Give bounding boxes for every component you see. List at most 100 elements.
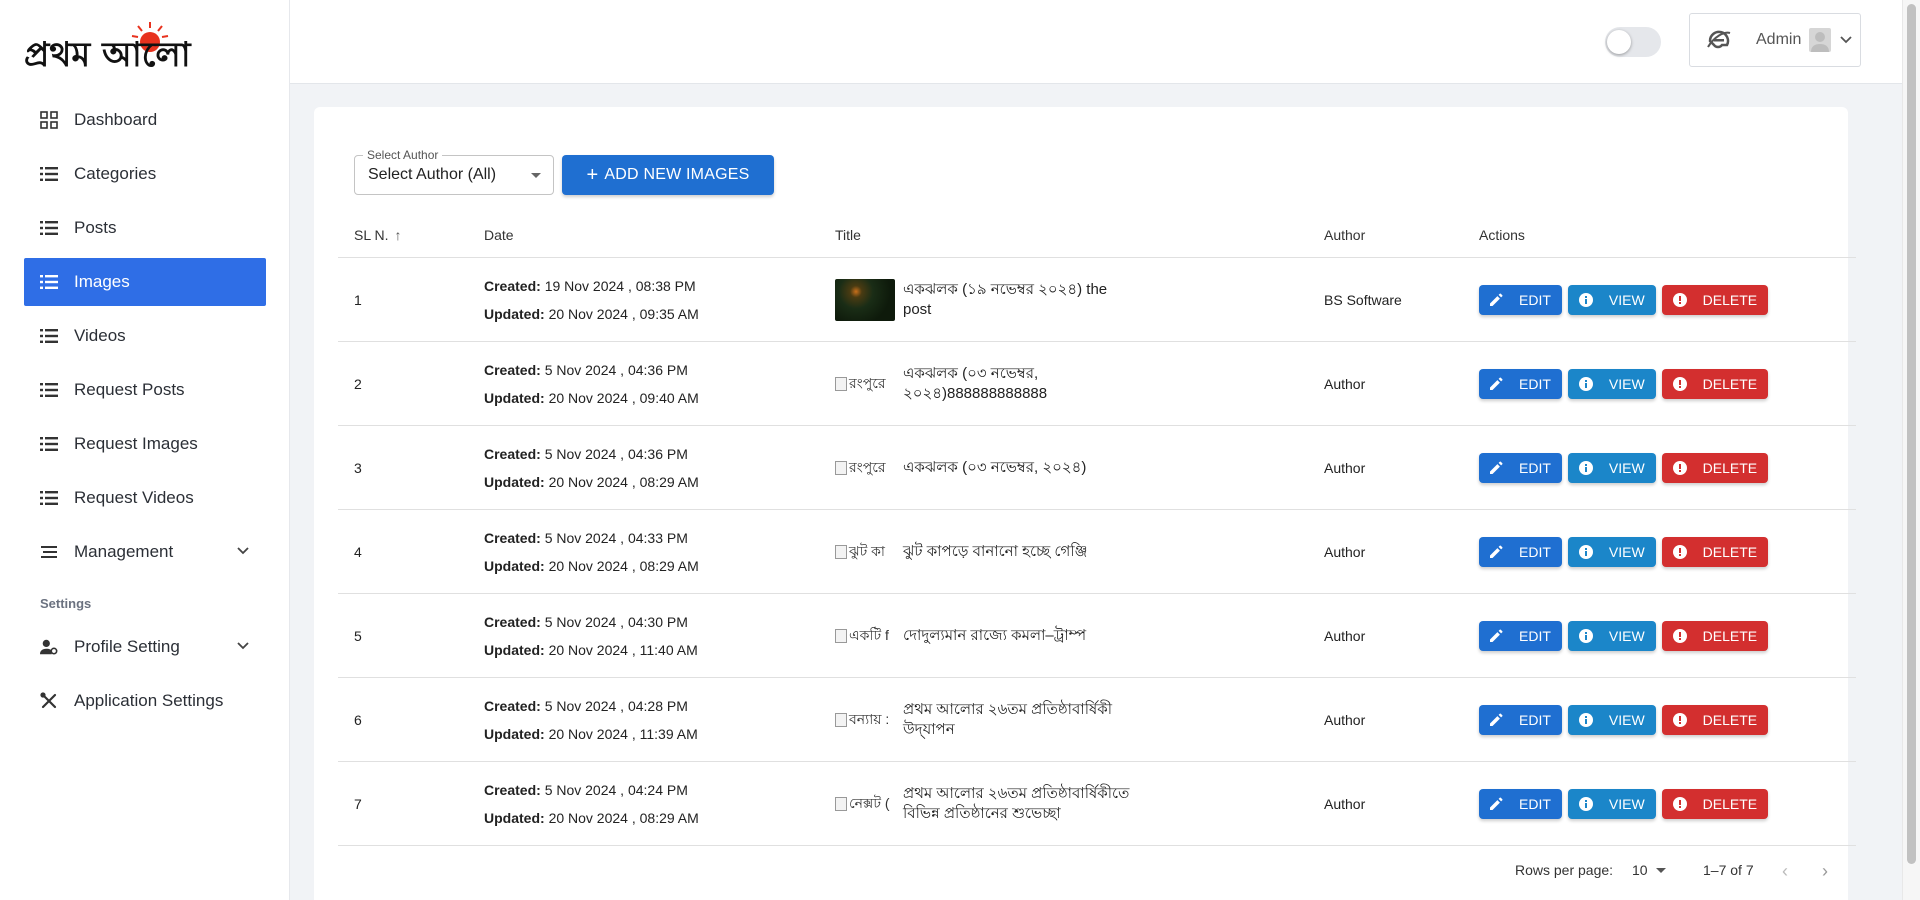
pencil-icon bbox=[1490, 377, 1511, 390]
column-sl[interactable]: SL N. ↑ bbox=[338, 227, 468, 243]
created-value: 5 Nov 2024 , 04:33 PM bbox=[544, 529, 688, 546]
sidebar-item-management[interactable]: Management bbox=[24, 528, 266, 576]
info-icon bbox=[1578, 460, 1601, 475]
column-title: Title bbox=[835, 226, 861, 243]
rows-per-page-arrow-icon[interactable] bbox=[1656, 868, 1666, 873]
delete-button[interactable]: DELETE bbox=[1661, 536, 1769, 567]
rows-per-page-label: Rows per page: bbox=[1515, 862, 1614, 878]
chevron-right-icon[interactable]: › bbox=[1822, 861, 1828, 882]
updated-label: Updated: bbox=[484, 725, 545, 742]
delete-button[interactable]: DELETE bbox=[1661, 284, 1769, 315]
column-author: Author bbox=[1324, 226, 1366, 243]
created-line: Created: 5 Nov 2024 , 04:33 PM bbox=[484, 524, 819, 552]
view-button[interactable]: VIEW bbox=[1567, 620, 1656, 651]
row-dates: Created: 5 Nov 2024 , 04:36 PM Updated: 2… bbox=[468, 356, 819, 412]
sidebar-item-images[interactable]: Images bbox=[24, 258, 266, 306]
row-serial: 7 bbox=[354, 795, 362, 812]
view-button[interactable]: VIEW bbox=[1567, 704, 1656, 735]
row-title: একটি f দোদুল্যমান রাজ্যে কমলা–ট্রাম্প bbox=[819, 626, 1308, 646]
created-value: 5 Nov 2024 , 04:24 PM bbox=[544, 781, 688, 798]
sidebar-item-label: Videos bbox=[74, 326, 126, 345]
edit-button[interactable]: EDIT bbox=[1479, 620, 1562, 651]
alert-icon bbox=[1672, 376, 1695, 391]
sidebar-item-dashboard[interactable]: Dashboard bbox=[24, 96, 266, 144]
delete-button[interactable]: DELETE bbox=[1661, 368, 1769, 399]
row-title: ঝুট কা ঝুট কাপড়ে বানানো হচ্ছে গেঞ্জি bbox=[819, 542, 1308, 562]
delete-button[interactable]: DELETE bbox=[1661, 788, 1769, 819]
top-header: Admin bbox=[290, 0, 1902, 84]
broken-image-thumbnail: নেক্সট ( bbox=[835, 794, 895, 814]
table-row: 5 Created: 5 Nov 2024 , 04:30 PM Updated: … bbox=[338, 594, 1856, 678]
row-dates: Created: 19 Nov 2024 , 08:38 PM Updated: … bbox=[468, 272, 819, 328]
grid-icon bbox=[40, 111, 58, 129]
sidebar-item-videos[interactable]: Videos bbox=[24, 312, 266, 360]
delete-label: DELETE bbox=[1702, 459, 1758, 476]
edit-button[interactable]: EDIT bbox=[1479, 368, 1562, 399]
info-icon bbox=[1578, 628, 1601, 643]
info-icon bbox=[1578, 544, 1601, 559]
sidebar-item-request-images[interactable]: Request Images bbox=[24, 420, 266, 468]
page-scrollbar[interactable] bbox=[1902, 0, 1920, 900]
list-icon bbox=[40, 381, 58, 399]
view-button[interactable]: VIEW bbox=[1567, 368, 1656, 399]
delete-button[interactable]: DELETE bbox=[1661, 704, 1769, 735]
updated-line: Updated: 20 Nov 2024 , 08:29 AM bbox=[484, 804, 819, 832]
updated-value: 20 Nov 2024 , 08:29 AM bbox=[548, 557, 699, 574]
title-text: প্রথম আলোর ২৬তম প্রতিষ্ঠাবার্ষিকীতে বিভি… bbox=[903, 784, 1130, 822]
row-actions: EDIT VIEW DELETE bbox=[1463, 536, 1856, 567]
updated-value: 20 Nov 2024 , 09:35 AM bbox=[548, 305, 699, 322]
sidebar-item-request-posts[interactable]: Request Posts bbox=[24, 366, 266, 414]
sidebar-item-profile-setting[interactable]: Profile Setting bbox=[24, 623, 266, 671]
chevron-left-icon[interactable]: ‹ bbox=[1782, 861, 1788, 882]
edit-button[interactable]: EDIT bbox=[1479, 284, 1562, 315]
edit-button[interactable]: EDIT bbox=[1479, 704, 1562, 735]
thumbnail-alt-text: বন্যায় : bbox=[849, 710, 890, 727]
sidebar-item-request-videos[interactable]: Request Videos bbox=[24, 474, 266, 522]
sidebar-item-posts[interactable]: Posts bbox=[24, 204, 266, 252]
view-button[interactable]: VIEW bbox=[1567, 536, 1656, 567]
list-icon bbox=[40, 489, 58, 507]
table-row: 7 Created: 5 Nov 2024 , 04:24 PM Updated: … bbox=[338, 762, 1856, 846]
broken-image-icon bbox=[835, 628, 847, 643]
add-new-images-button[interactable]: + ADD NEW IMAGES bbox=[562, 155, 774, 195]
sidebar-item-label: Request Videos bbox=[74, 488, 194, 507]
avatar bbox=[1809, 28, 1832, 52]
created-label: Created: bbox=[484, 613, 541, 630]
row-title: নেক্সট ( প্রথম আলোর ২৬তম প্রতিষ্ঠাবার্ষিক… bbox=[819, 784, 1308, 824]
prothom-alo-logo[interactable]: প্রথম আলো bbox=[22, 18, 242, 74]
pencil-icon bbox=[1490, 461, 1511, 474]
row-author: Author bbox=[1324, 459, 1366, 476]
select-author-dropdown[interactable]: Select Author Select Author (All) bbox=[354, 148, 554, 195]
plus-icon: + bbox=[586, 164, 599, 186]
scrollbar-thumb[interactable] bbox=[1907, 4, 1916, 864]
table-header: SL N. ↑ Date Title Author Actions bbox=[338, 212, 1856, 258]
edit-button[interactable]: EDIT bbox=[1479, 536, 1562, 567]
alert-icon bbox=[1672, 796, 1695, 811]
view-button[interactable]: VIEW bbox=[1567, 284, 1656, 315]
view-button[interactable]: VIEW bbox=[1567, 788, 1656, 819]
delete-button[interactable]: DELETE bbox=[1661, 452, 1769, 483]
sidebar-item-categories[interactable]: Categories bbox=[24, 150, 266, 198]
user-name: Admin bbox=[1756, 31, 1802, 48]
chevron-down-icon bbox=[237, 547, 249, 555]
edit-button[interactable]: EDIT bbox=[1479, 788, 1562, 819]
list-icon bbox=[40, 273, 58, 291]
row-dates: Created: 5 Nov 2024 , 04:30 PM Updated: 2… bbox=[468, 608, 819, 664]
logo-text: প্রথম আলো bbox=[24, 35, 192, 74]
title-text: ঝুট কাপড়ে বানানো হচ্ছে গেঞ্জি bbox=[903, 542, 1088, 560]
theme-toggle[interactable] bbox=[1605, 27, 1661, 57]
rows-per-page-select[interactable]: 10 bbox=[1632, 862, 1648, 878]
edit-button[interactable]: EDIT bbox=[1479, 452, 1562, 483]
user-menu[interactable]: Admin bbox=[1689, 13, 1861, 67]
pencil-icon bbox=[1490, 629, 1511, 642]
sidebar: প্রথম আলো Dashboard Categories Posts Ima… bbox=[0, 0, 290, 900]
delete-button[interactable]: DELETE bbox=[1661, 620, 1769, 651]
row-dates: Created: 5 Nov 2024 , 04:36 PM Updated: 2… bbox=[468, 440, 819, 496]
delete-label: DELETE bbox=[1702, 711, 1758, 728]
sidebar-item-application-settings[interactable]: Application Settings bbox=[24, 677, 266, 725]
view-button[interactable]: VIEW bbox=[1567, 452, 1656, 483]
sidebar-item-label: Dashboard bbox=[74, 110, 158, 129]
sidebar-item-label: Posts bbox=[74, 218, 117, 237]
broken-image-thumbnail: একটি f bbox=[835, 626, 895, 646]
info-icon bbox=[1578, 712, 1601, 727]
